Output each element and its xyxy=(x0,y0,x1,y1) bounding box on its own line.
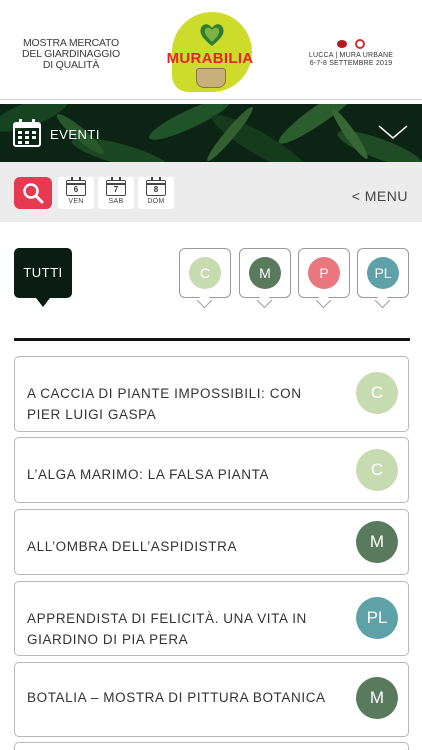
event-item[interactable]: APPRENDISTA DI FELICITÀ. UNA VITA IN GIA… xyxy=(14,581,409,656)
sponsor-logo xyxy=(355,39,365,49)
calendar-icon: 8 xyxy=(146,177,166,196)
event-category-badge: M xyxy=(356,521,398,563)
filter-category-pl[interactable]: PL xyxy=(357,248,409,298)
event-category-badge: C xyxy=(356,372,398,414)
day-filter-sab[interactable]: 7 SAB xyxy=(98,177,134,209)
sponsor-logos xyxy=(296,38,406,50)
calendar-icon: 6 xyxy=(66,177,86,196)
tagline-line: DI QUALITÀ xyxy=(42,59,100,71)
banner-label: EVENTI xyxy=(50,127,100,142)
murabilia-logo[interactable]: MURABILIA xyxy=(158,8,262,96)
menu-button[interactable]: < MENU xyxy=(352,188,408,204)
event-item[interactable]: BOTALIA – MOSTRA DI PITTURA BOTANICA M xyxy=(14,662,409,737)
filter-category-c[interactable]: C xyxy=(179,248,231,298)
event-item[interactable]: ALL’OMBRA DELL’ASPIDISTRA M xyxy=(14,509,409,575)
day-number: 6 xyxy=(73,185,79,194)
heart-icon xyxy=(200,24,224,46)
event-title: A CACCIA DI PIANTE IMPOSSIBILI: CON PIER… xyxy=(27,386,302,422)
day-filter-dom[interactable]: 8 DOM xyxy=(138,177,174,209)
toolbar: 6 VEN 7 SAB 8 DOM < MENU xyxy=(0,162,422,222)
calendar-icon xyxy=(13,119,41,147)
filter-all[interactable]: TUTTI xyxy=(14,248,72,307)
event-title: BOTALIA – MOSTRA DI PITTURA BOTANICA xyxy=(27,690,326,705)
day-filter-ven[interactable]: 6 VEN xyxy=(58,177,94,209)
event-category-badge: M xyxy=(356,677,398,719)
events-banner[interactable]: EVENTI xyxy=(0,104,422,162)
day-number: 7 xyxy=(113,185,119,194)
divider xyxy=(14,338,410,341)
event-category-badge: PL xyxy=(356,597,398,639)
day-name: VEN xyxy=(68,198,84,205)
logo-pot xyxy=(196,68,226,88)
event-dates: 6-7-8 SETTEMBRE 2019 xyxy=(309,60,393,67)
event-item[interactable]: L’ALGA MARIMO: LA FALSA PIANTA C xyxy=(14,437,409,503)
chevron-down-icon[interactable] xyxy=(376,118,410,144)
event-category-badge: C xyxy=(356,449,398,491)
event-place: LUCCA | MURA URBANE xyxy=(308,52,394,59)
category-dot: M xyxy=(249,257,281,289)
day-name: SAB xyxy=(108,198,124,205)
day-number: 8 xyxy=(153,185,159,194)
logo-wordmark: MURABILIA xyxy=(166,50,254,67)
event-item-partial[interactable] xyxy=(14,742,409,750)
event-info: LUCCA | MURA URBANE 6-7-8 SETTEMBRE 2019 xyxy=(296,38,406,67)
event-item[interactable]: A CACCIA DI PIANTE IMPOSSIBILI: CON PIER… xyxy=(14,356,409,432)
day-name: DOM xyxy=(147,198,165,205)
search-button[interactable] xyxy=(14,177,52,209)
event-title: ALL’OMBRA DELL’ASPIDISTRA xyxy=(27,539,238,554)
app-header: MOSTRA MERCATO DEL GIARDINAGGIO DI QUALI… xyxy=(0,0,422,100)
category-dot: C xyxy=(189,257,221,289)
event-title: L’ALGA MARIMO: LA FALSA PIANTA xyxy=(27,467,270,482)
calendar-icon: 7 xyxy=(106,177,126,196)
sponsor-logo xyxy=(337,40,347,48)
tagline: MOSTRA MERCATO DEL GIARDINAGGIO DI QUALI… xyxy=(16,38,126,71)
filter-category-p[interactable]: P xyxy=(298,248,350,298)
category-dot: P xyxy=(308,257,340,289)
event-title: APPRENDISTA DI FELICITÀ. UNA VITA IN GIA… xyxy=(27,611,307,647)
search-icon xyxy=(23,183,44,204)
category-dot: PL xyxy=(367,257,399,289)
filter-category-m[interactable]: M xyxy=(239,248,291,298)
